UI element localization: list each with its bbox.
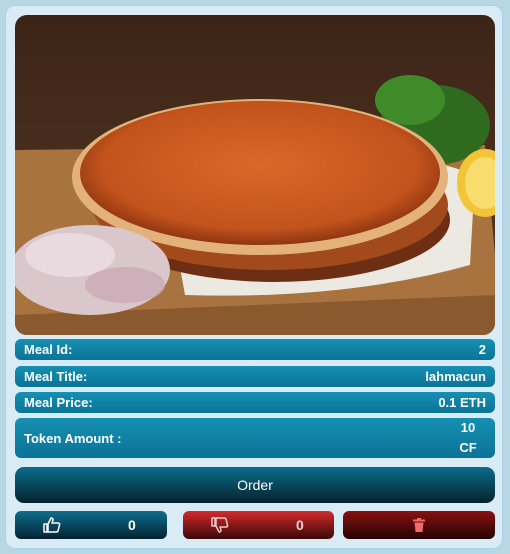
dislike-button[interactable]: 0: [183, 511, 334, 539]
order-button[interactable]: Order: [15, 467, 495, 503]
like-count: 0: [128, 517, 136, 533]
delete-button[interactable]: [343, 511, 495, 539]
meal-title-row: Meal Title: lahmacun: [15, 366, 495, 387]
token-amount-unit: CF: [459, 440, 477, 455]
token-amount-row: Token Amount : 10 CF: [15, 418, 495, 458]
meal-id-row: Meal Id: 2: [15, 339, 495, 360]
thumbs-down-icon: [211, 517, 229, 533]
token-amount-number: 10: [460, 420, 476, 435]
meal-card: Meal Id: 2 Meal Title: lahmacun Meal Pri…: [5, 5, 503, 549]
meal-title-label: Meal Title:: [24, 369, 88, 384]
meal-price-label: Meal Price:: [24, 395, 93, 410]
token-amount-value: 10 CF: [450, 418, 486, 458]
trash-icon: [413, 518, 425, 532]
token-amount-label: Token Amount :: [24, 430, 122, 446]
meal-price-row: Meal Price: 0.1 ETH: [15, 392, 495, 413]
dislike-count: 0: [296, 517, 304, 533]
meal-title-value: lahmacun: [425, 369, 486, 384]
like-button[interactable]: 0: [15, 511, 167, 539]
meal-price-value: 0.1 ETH: [438, 395, 486, 410]
meal-id-value: 2: [478, 342, 486, 357]
thumbs-up-icon: [43, 517, 61, 533]
meal-id-label: Meal Id:: [24, 342, 73, 357]
meal-photo: [15, 15, 495, 335]
